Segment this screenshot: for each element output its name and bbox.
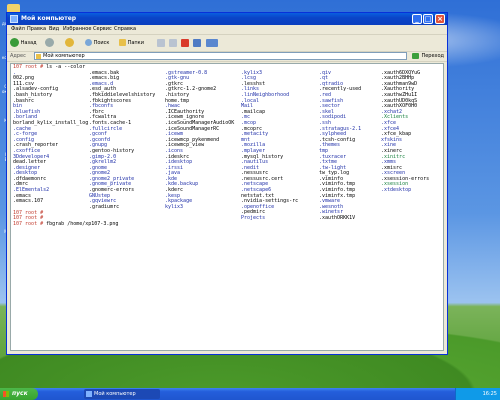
ls-entry: Projects xyxy=(241,215,266,222)
search-icon xyxy=(85,39,92,46)
taskbar-item-label: Мой компьютер xyxy=(94,391,136,397)
delete-icon[interactable] xyxy=(181,39,189,47)
menu-bar: Файл Правка Вид Избранное Сервис Справка xyxy=(7,25,447,35)
forward-arrow-icon xyxy=(45,38,54,47)
command-text: fbgrab /home/xp107-3.png xyxy=(46,220,119,227)
up-button[interactable] xyxy=(65,38,74,48)
menu-file[interactable]: Файл xyxy=(11,26,25,32)
views-icon[interactable] xyxy=(206,39,218,47)
minimize-button[interactable]: _ xyxy=(412,14,422,24)
start-button[interactable]: пуск xyxy=(0,388,38,400)
system-tray: 16:25 xyxy=(455,388,500,400)
close-button[interactable]: × xyxy=(435,14,445,24)
ls-entry: .emacs.107 xyxy=(13,198,44,205)
menu-tools[interactable]: Сервис xyxy=(93,26,112,32)
my-computer-icon xyxy=(10,15,18,23)
start-label: пуск xyxy=(12,390,28,397)
folders-button[interactable]: Папки xyxy=(119,38,144,48)
menu-edit[interactable]: Правка xyxy=(27,26,46,32)
search-button[interactable]: Поиск xyxy=(85,38,109,48)
ls-entry: .gradiumrc xyxy=(89,203,120,210)
go-label: Переход xyxy=(421,53,444,59)
menu-favorites[interactable]: Избранное xyxy=(63,26,91,32)
explorer-window: Мой компьютер _ □ × Файл Правка Вид Избр… xyxy=(6,12,448,355)
windows-logo-icon xyxy=(3,391,9,397)
prompt: 107 root # xyxy=(13,64,44,70)
copy-to-icon[interactable] xyxy=(169,39,177,47)
forward-button[interactable] xyxy=(45,38,54,48)
address-value: Мой компьютер xyxy=(43,53,85,59)
menu-view[interactable]: Вид xyxy=(49,26,59,32)
my-computer-icon xyxy=(36,54,41,59)
address-bar: Адрес Мой компьютер Переход xyxy=(7,52,447,62)
terminal-console[interactable]: 107 root # ls -a --color . 002.png 111.csv… xyxy=(10,63,444,351)
folders-icon xyxy=(119,39,126,46)
folders-label: Папки xyxy=(127,40,144,46)
menu-help[interactable]: Справка xyxy=(114,26,136,32)
taskbar: пуск Мой компьютер 16:25 xyxy=(0,388,500,400)
command-line: 107 root # fbgrab /home/xp107-3.png xyxy=(13,220,441,228)
ls-entry: .xauthORKK1V xyxy=(319,215,356,222)
go-button[interactable]: Переход xyxy=(412,52,444,60)
back-button[interactable]: Назад xyxy=(10,38,37,48)
search-label: Поиск xyxy=(93,40,110,46)
back-arrow-icon xyxy=(10,38,19,47)
window-titlebar[interactable]: Мой компьютер _ □ × xyxy=(7,13,447,25)
clock: 16:25 xyxy=(482,391,497,397)
go-arrow-icon xyxy=(412,53,420,59)
move-to-icon[interactable] xyxy=(157,39,165,47)
ls-entry: kylix3 xyxy=(165,203,184,210)
undo-icon[interactable] xyxy=(193,39,201,47)
back-label: Назад xyxy=(20,40,37,46)
ls-entry: .xtdesktop xyxy=(381,187,412,194)
maximize-button[interactable]: □ xyxy=(423,14,433,24)
address-field[interactable]: Мой компьютер xyxy=(34,52,407,60)
window-title: Мой компьютер xyxy=(21,15,77,22)
ls-output: . 002.png 111.csv .alsadev-config .bash_hist… xyxy=(13,70,441,221)
my-computer-icon xyxy=(86,391,92,397)
prompt: 107 root # xyxy=(13,220,44,227)
command-text: ls -a --color xyxy=(46,64,86,70)
taskbar-item-my-computer[interactable]: Мой компьютер xyxy=(84,389,160,399)
toolbar: Назад Поиск Папки xyxy=(7,35,447,52)
up-folder-icon xyxy=(65,38,74,47)
address-label: Адрес xyxy=(10,53,26,59)
